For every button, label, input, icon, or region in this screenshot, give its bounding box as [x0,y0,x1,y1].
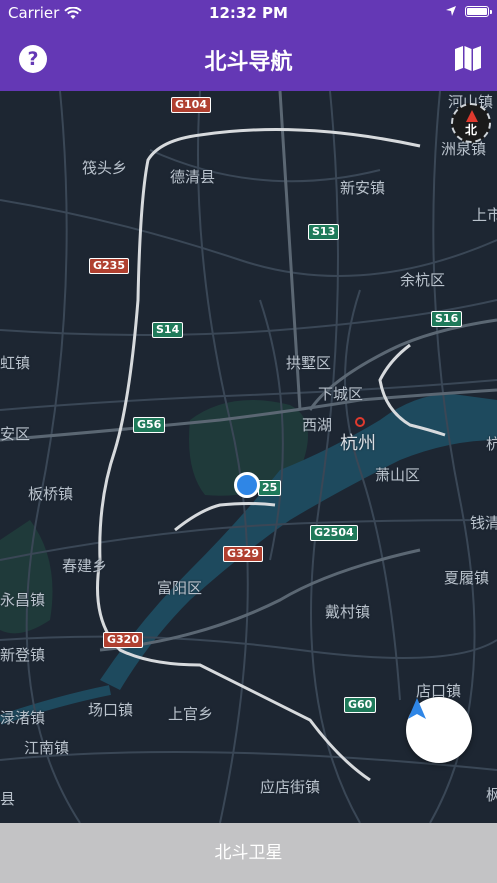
battery-icon [465,5,492,17]
compass-icon[interactable]: 北 [451,103,491,143]
map-label: 江南镇 [24,739,70,757]
map-label: 县 [0,790,16,808]
map-label: 场口镇 [88,701,134,719]
current-location-marker [234,472,260,498]
map-label: 枫 [486,786,497,804]
map-label: 春建乡 [62,557,108,575]
map-label: 钱清 [470,514,497,532]
location-arrow-icon [446,6,456,16]
road-shield: G320 [103,632,143,648]
compass-label: 北 [464,123,477,137]
map-label: 应店街镇 [260,778,321,796]
map-label: 虹镇 [0,354,31,372]
road-shield: G104 [171,97,211,113]
map-label: 萧山区 [375,466,421,484]
status-bar: Carrier 12:32 PM [0,0,497,26]
nav-bar: ? 北斗导航 [0,26,497,91]
page-title: 北斗导航 [204,50,293,75]
road-shield: 25 [258,480,282,496]
map-label: 上市 [472,206,497,224]
road-shield: G60 [344,697,377,713]
map-icon[interactable] [453,43,483,73]
map-label: 杭 [486,435,497,453]
road-shield: G329 [223,546,263,562]
status-right [445,5,492,17]
map-label: 杭州 [340,433,376,454]
locate-button[interactable] [406,697,472,763]
map-label: 西湖 [302,416,333,434]
beidou-satellite-button[interactable]: 北斗卫星 [0,823,497,883]
map-view[interactable]: 河山镇 洲泉镇 筏头乡 德清县 新安镇 上市 余杭区 虹镇 拱墅区 下城区 安区… [0,91,497,823]
map-label: 富阳区 [157,579,203,597]
road-shield: G235 [89,258,129,274]
map-label: 夏履镇 [444,569,490,587]
road-shield: S13 [308,224,340,240]
map-label: 新登镇 [0,646,46,664]
map-label: 渌渚镇 [0,709,46,727]
navigation-arrow-icon [408,698,426,719]
map-label: 戴村镇 [325,603,371,621]
map-label: 安区 [0,425,31,443]
map-label: 永昌镇 [0,591,46,609]
road-shield: S16 [431,311,463,327]
map-label: 拱墅区 [286,354,332,372]
status-time: 12:32 PM [209,4,288,22]
map-label: 新安镇 [340,179,386,197]
map-label: 上官乡 [168,705,214,723]
map-label: 余杭区 [400,271,446,289]
map-label: 板桥镇 [28,485,74,503]
road-shield: G56 [133,417,166,433]
road-shield: G2504 [310,525,358,541]
map-label: 下城区 [318,385,364,403]
road-shield: S14 [152,322,184,338]
map-label: 筏头乡 [82,159,128,177]
map-label: 德清县 [170,168,216,186]
